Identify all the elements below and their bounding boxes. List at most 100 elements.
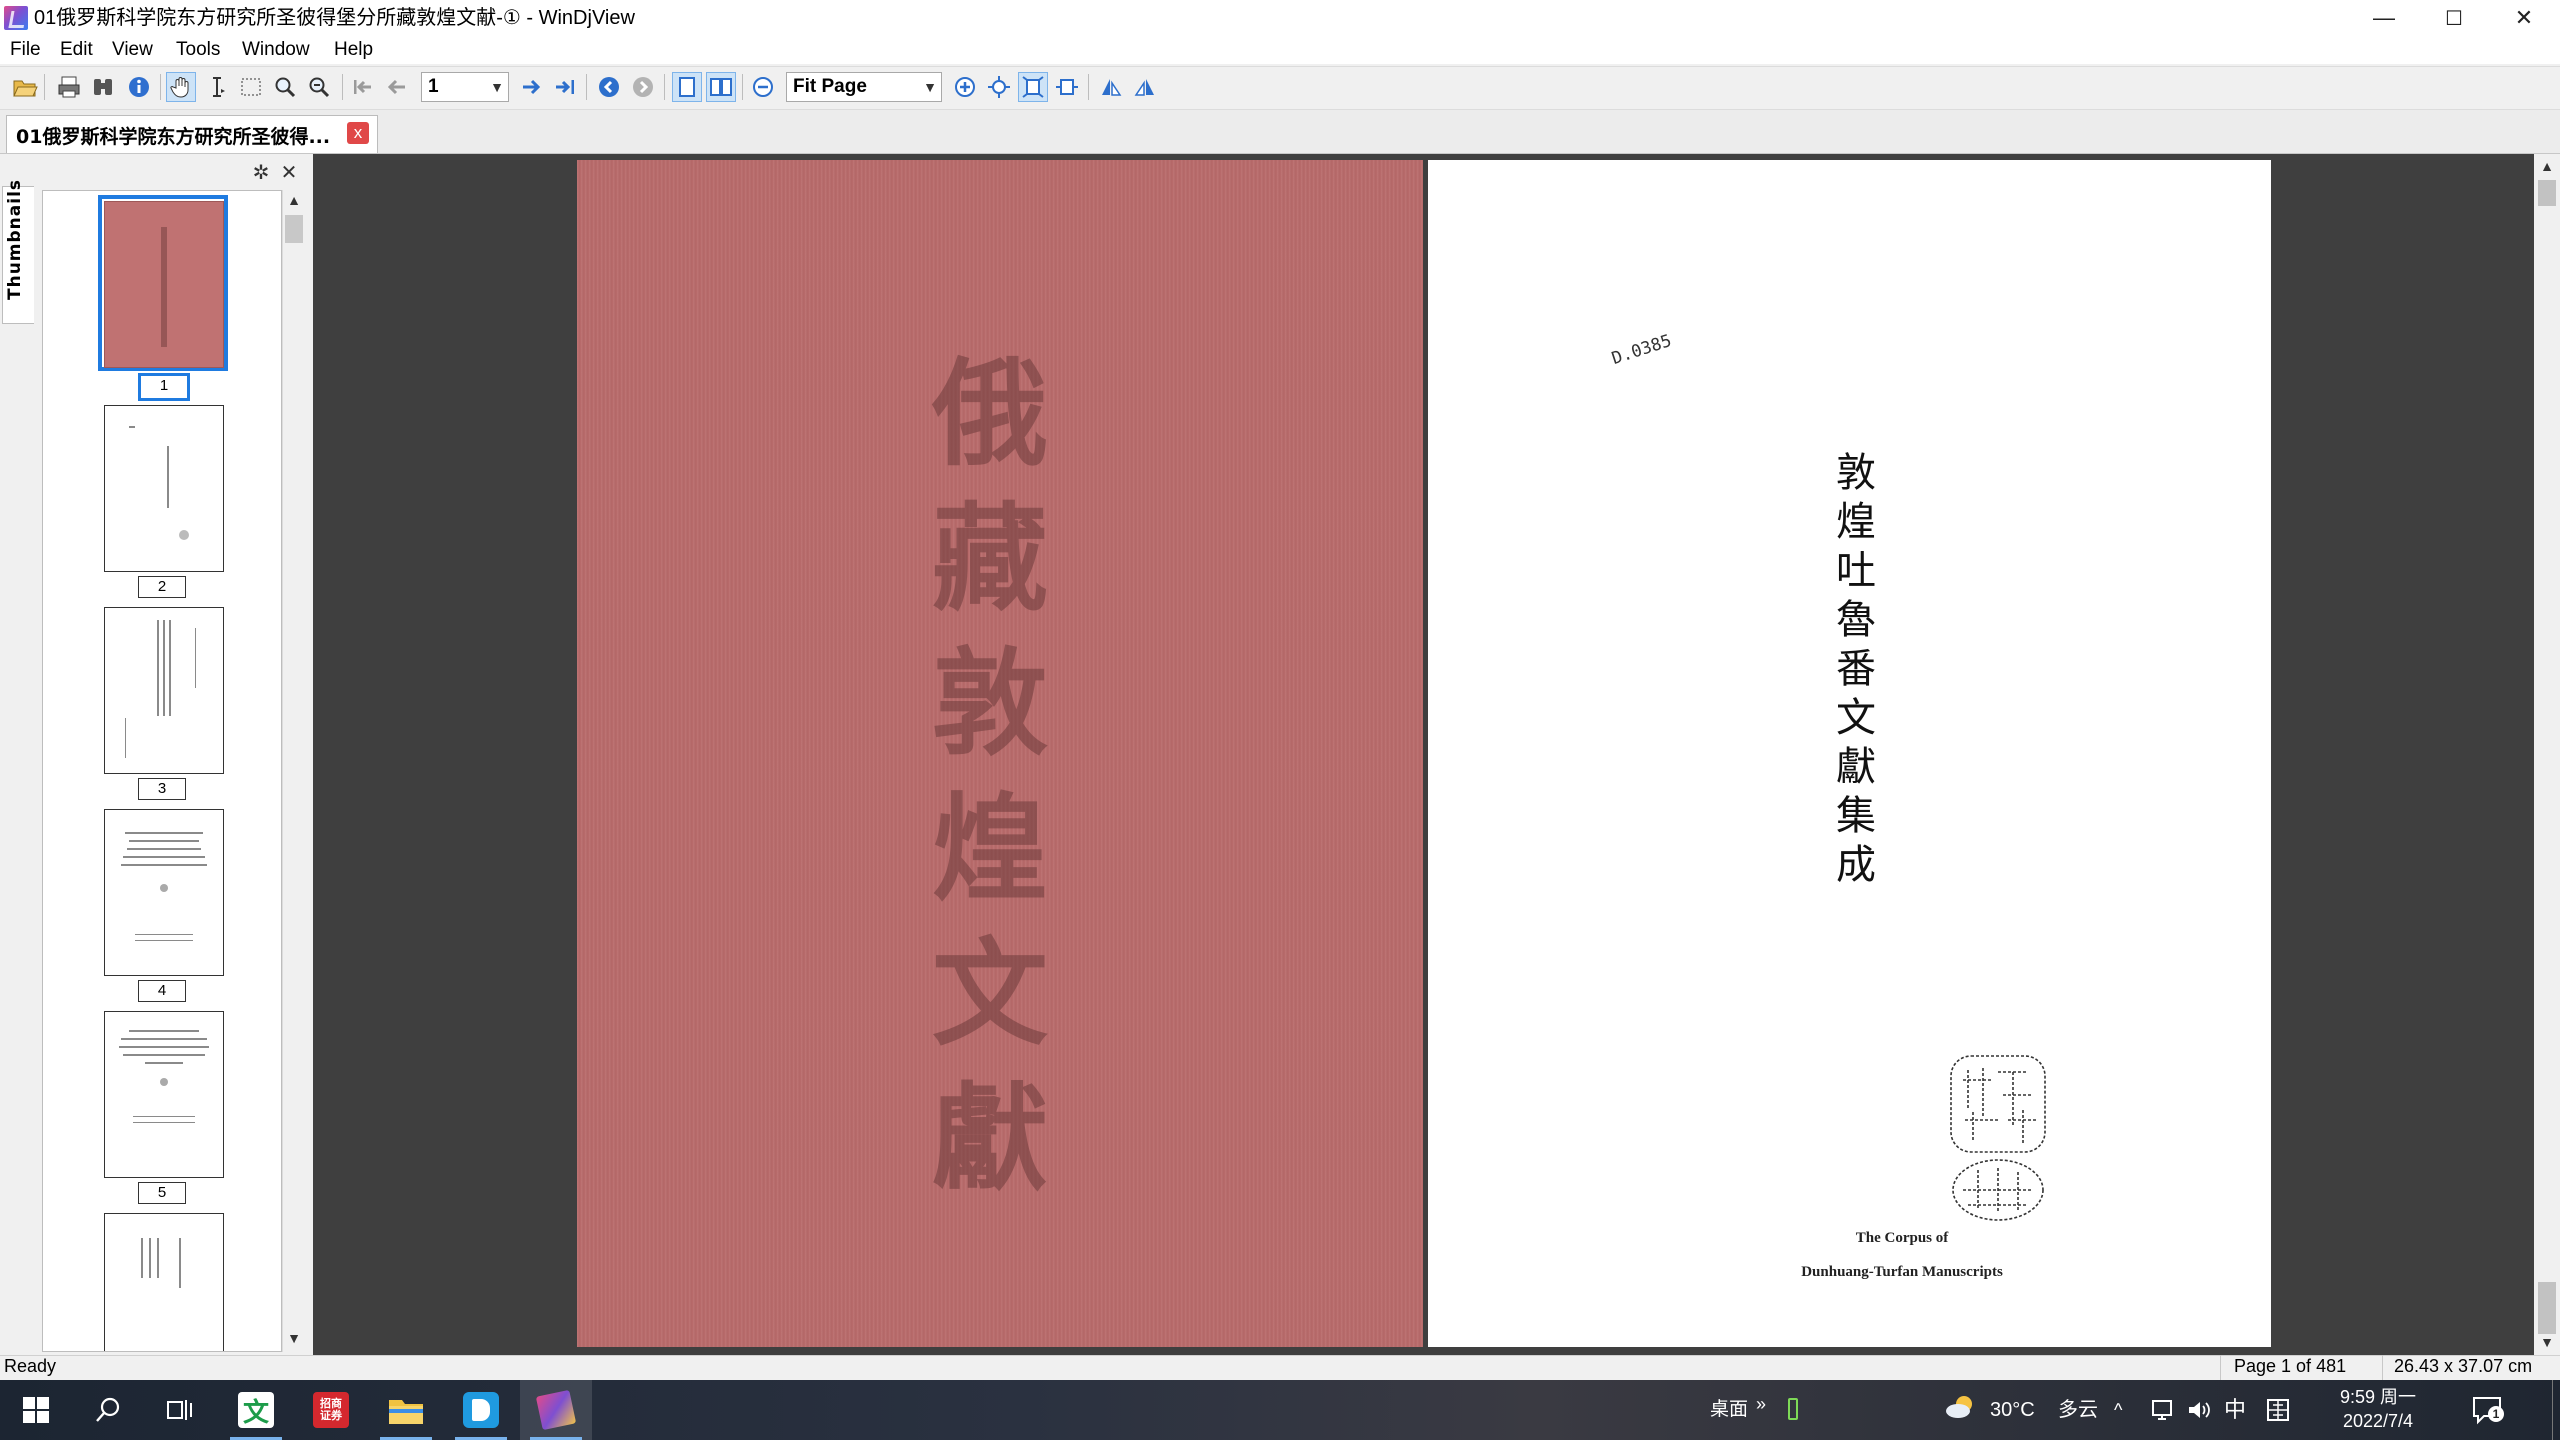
network-icon[interactable] xyxy=(2150,1398,2176,1422)
next-page-icon[interactable] xyxy=(516,72,546,102)
menu-help[interactable]: Help xyxy=(330,36,377,64)
weather-description[interactable]: 多云 xyxy=(2058,1380,2098,1440)
minimize-button[interactable]: — xyxy=(2350,0,2418,36)
thumbnail-page-2[interactable] xyxy=(104,405,224,572)
thumbnail-number: 3 xyxy=(138,778,186,800)
thumbnail-scrollbar[interactable] xyxy=(282,190,306,1352)
window-title: 01俄罗斯科学院东方研究所圣彼得堡分所藏敦煌文献-① - WinDjView xyxy=(34,7,635,29)
back-icon[interactable] xyxy=(594,72,624,102)
fit-page-icon[interactable] xyxy=(1018,72,1048,102)
clock[interactable]: 9:59 周一 2022/7/4 xyxy=(2318,1385,2438,1433)
menu-window[interactable]: Window xyxy=(238,36,314,64)
wps-writer-icon[interactable]: 文 xyxy=(220,1380,292,1440)
last-page-icon[interactable] xyxy=(550,72,580,102)
forward-icon[interactable] xyxy=(628,72,658,102)
start-button[interactable] xyxy=(0,1380,72,1440)
page-number-combo[interactable]: 1 ▼ xyxy=(421,72,509,102)
ime-mode-icon[interactable] xyxy=(2266,1398,2290,1422)
title-char: 成 xyxy=(1836,842,1876,888)
info-icon[interactable] xyxy=(124,72,154,102)
zoom-in-icon[interactable] xyxy=(950,72,980,102)
cover-title-char: 敦 xyxy=(932,636,1048,772)
close-icon[interactable]: ✕ xyxy=(278,160,300,184)
zoom-value: Fit Page xyxy=(793,76,867,97)
windjview-app-icon[interactable] xyxy=(4,6,28,30)
notification-center-icon[interactable]: 1 xyxy=(2470,1394,2506,1426)
menu-view[interactable]: View xyxy=(108,36,157,64)
cover-title-char: 俄 xyxy=(932,346,1048,482)
scroll-up-icon[interactable]: ▲ xyxy=(284,192,304,212)
close-button[interactable]: ✕ xyxy=(2490,0,2558,36)
ime-indicator[interactable]: 中 xyxy=(2224,1380,2246,1440)
desktop-toolbar-label[interactable]: 桌面 xyxy=(1710,1380,1748,1440)
search-icon[interactable] xyxy=(72,1380,144,1440)
thumbnail-number: 5 xyxy=(138,1182,186,1204)
tray-overflow-icon[interactable]: ^ xyxy=(2114,1380,2122,1440)
chevron-down-icon: ▼ xyxy=(490,79,504,95)
single-page-icon[interactable] xyxy=(672,72,702,102)
zhaoshang-label: 招商证券 xyxy=(313,1392,349,1428)
print-icon[interactable] xyxy=(54,72,84,102)
gear-icon[interactable]: ✲ xyxy=(250,160,272,184)
find-icon[interactable] xyxy=(88,72,118,102)
fit-width-icon[interactable] xyxy=(984,72,1014,102)
page-cover: 俄 藏 敦 煌 文 獻 xyxy=(577,160,1423,1347)
chevron-down-icon: ▼ xyxy=(923,79,937,95)
menu-edit[interactable]: Edit xyxy=(56,36,97,64)
prev-page-icon[interactable] xyxy=(382,72,412,102)
battery-icon[interactable] xyxy=(1788,1398,1798,1420)
status-size-info: 26.43 x 37.07 cm xyxy=(2394,1356,2533,1376)
hand-tool-icon[interactable] xyxy=(166,72,196,102)
thumbnail-page-4[interactable] xyxy=(104,809,224,976)
maximize-button[interactable]: ☐ xyxy=(2420,0,2488,36)
thumbnail-page-5[interactable] xyxy=(104,1011,224,1178)
scroll-down-icon[interactable]: ▼ xyxy=(284,1330,304,1350)
tab-strip xyxy=(0,110,2560,154)
thumbnail-page-1[interactable] xyxy=(104,201,224,368)
weather-temperature[interactable]: 30°C xyxy=(1990,1380,2035,1440)
menu-file[interactable]: File xyxy=(6,36,45,64)
scroll-down-icon[interactable]: ▼ xyxy=(2538,1334,2556,1354)
clock-time: 9:59 周一 xyxy=(2339,1387,2417,1407)
zoom-in-rect-icon[interactable] xyxy=(270,72,300,102)
cloud-weather-icon[interactable] xyxy=(1944,1394,1978,1420)
zoom-out-rect-icon[interactable] xyxy=(304,72,334,102)
file-explorer-icon[interactable] xyxy=(370,1380,442,1440)
zoom-out-icon[interactable] xyxy=(748,72,778,102)
rotate-right-icon[interactable] xyxy=(1130,72,1160,102)
volume-icon[interactable] xyxy=(2186,1398,2212,1422)
thumbnail-page-6[interactable] xyxy=(104,1213,224,1351)
select-text-icon[interactable] xyxy=(202,72,232,102)
tab-document-label: 01俄罗斯科学院东方研究所圣彼得... xyxy=(16,126,331,148)
select-rect-icon[interactable] xyxy=(236,72,266,102)
page-title: D.0385 敦 煌 吐 魯 番 文 獻 集 成 The Corpus of D… xyxy=(1428,160,2271,1347)
task-view-icon[interactable] xyxy=(144,1380,216,1440)
page-number-value: 1 xyxy=(428,76,439,97)
viewer-scrollbar[interactable] xyxy=(2534,154,2560,1355)
english-title-line1: The Corpus of xyxy=(1855,1230,1949,1246)
facing-pages-icon[interactable] xyxy=(706,72,736,102)
pdf-reader-icon[interactable] xyxy=(445,1380,517,1440)
status-text: Ready xyxy=(4,1356,57,1376)
zhaoshang-securities-icon[interactable]: 招商证券 xyxy=(295,1380,367,1440)
open-icon[interactable] xyxy=(10,72,40,102)
scroll-up-icon[interactable]: ▲ xyxy=(2538,158,2556,178)
seal-stamp-icon xyxy=(1943,1050,2053,1230)
show-desktop-button[interactable] xyxy=(2552,1380,2560,1440)
viewer-scrollbar-thumb[interactable] xyxy=(2538,180,2556,206)
thumbnail-page-3[interactable] xyxy=(104,607,224,774)
thumbnail-number: 2 xyxy=(138,576,186,598)
notification-count-badge: 1 xyxy=(2488,1406,2504,1422)
viewer-scrollbar-handle[interactable] xyxy=(2538,1282,2556,1334)
library-stamp-number: D.0385 xyxy=(1609,330,1675,370)
menu-tools[interactable]: Tools xyxy=(172,36,224,64)
zoom-combo[interactable]: Fit Page ▼ xyxy=(786,72,942,102)
first-page-icon[interactable] xyxy=(348,72,378,102)
tab-close-button[interactable]: x xyxy=(347,122,369,144)
windjview-taskbar-icon[interactable] xyxy=(520,1380,592,1440)
clock-date: 2022/7/4 xyxy=(2342,1411,2414,1431)
thumbnail-scrollbar-thumb[interactable] xyxy=(285,215,303,243)
toolbar-chevron-icon[interactable]: » xyxy=(1756,1374,1766,1434)
actual-size-icon[interactable] xyxy=(1052,72,1082,102)
rotate-left-icon[interactable] xyxy=(1096,72,1126,102)
